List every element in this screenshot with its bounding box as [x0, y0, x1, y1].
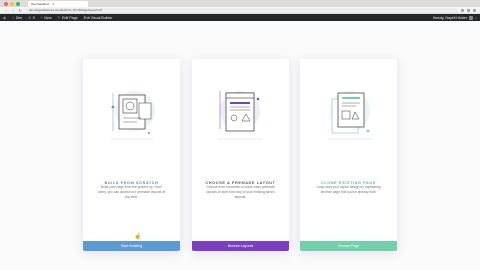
comments-link[interactable]: ✉ 0	[28, 16, 35, 20]
close-window-icon[interactable]	[4, 1, 8, 6]
forward-icon[interactable]: ›	[11, 8, 15, 13]
user-greeting: Howdy, Nayeli Hidder	[432, 15, 467, 20]
avatar	[468, 15, 473, 20]
back-icon[interactable]: ‹	[4, 8, 8, 13]
url-bar[interactable]: dev.elegantthemes.com/test/?et_fb=1&Page…	[25, 7, 458, 13]
wordpress-logo-icon[interactable]: ◉	[3, 16, 6, 20]
build-from-scratch-illustration	[111, 91, 155, 140]
start-building-button[interactable]: Start Building	[83, 241, 180, 251]
new-content-link[interactable]: + New	[41, 16, 52, 20]
mouse-cursor-icon: ☝	[134, 234, 142, 240]
build-from-scratch-card: BUILD FROM SCRATCH Build your page from …	[83, 59, 180, 251]
page-content: BUILD FROM SCRATCH Build your page from …	[0, 21, 480, 270]
browser-window: Test Sandbox ✕ ‹ › ↻ dev.elegantthemes.c…	[0, 0, 480, 270]
card-description: Jump start your layout design by duplica…	[316, 185, 381, 195]
clone-page-card: CLONE EXISTING PAGE Jump start your layo…	[300, 59, 397, 251]
browser-tab[interactable]: Test Sandbox ✕	[28, 1, 88, 7]
wp-admin-bar: ◉ ⌂ Dev ✉ 0 + New ✎ Edit Page Exit Visual Bu…	[0, 14, 480, 21]
address-row: ‹ › ↻ dev.elegantthemes.com/test/?et_fb=…	[0, 7, 480, 14]
home-icon: ⌂	[12, 15, 15, 20]
browser-tab-strip: Test Sandbox ✕	[0, 0, 480, 7]
plus-icon: +	[40, 15, 43, 20]
search-icon[interactable]: ⌕	[475, 16, 477, 20]
premade-layout-illustration	[218, 91, 262, 140]
tab-close-icon[interactable]: ✕	[52, 2, 55, 6]
minimize-window-icon[interactable]	[10, 1, 14, 6]
exit-builder-label: Exit Visual Builder	[83, 15, 113, 20]
comments-count: 0	[32, 15, 35, 20]
card-description: Build your page from the ground up. Don'…	[97, 185, 165, 200]
edit-icon: ✎	[57, 15, 61, 20]
extension-icon[interactable]	[467, 8, 470, 12]
clone-page-illustration	[328, 91, 372, 140]
site-name-link[interactable]: ⌂ Dev	[12, 16, 22, 20]
premade-layout-card: CHOOSE A PREMADE LAYOUT Choose from hund…	[192, 59, 289, 251]
user-menu[interactable]: Howdy, Nayeli Hidder ⌕	[432, 15, 477, 20]
browser-tab-title: Test Sandbox	[31, 2, 50, 6]
new-label: New	[44, 15, 52, 20]
card-description: Choose from hundreds of world-class prem…	[206, 185, 275, 200]
maximize-window-icon[interactable]	[16, 1, 20, 6]
reload-icon[interactable]: ↻	[18, 8, 22, 13]
choose-page-button[interactable]: Choose Page	[300, 241, 397, 251]
exit-builder-link[interactable]: Exit Visual Builder	[84, 16, 113, 20]
site-name-label: Dev	[15, 15, 23, 20]
browse-layouts-button[interactable]: Browse Layouts	[192, 241, 289, 251]
edit-page-link[interactable]: ✎ Edit Page	[58, 16, 78, 20]
edit-page-label: Edit Page	[62, 15, 78, 20]
comment-icon: ✉	[28, 15, 32, 20]
bookmark-icon[interactable]	[461, 8, 464, 12]
menu-icon[interactable]	[473, 8, 476, 12]
